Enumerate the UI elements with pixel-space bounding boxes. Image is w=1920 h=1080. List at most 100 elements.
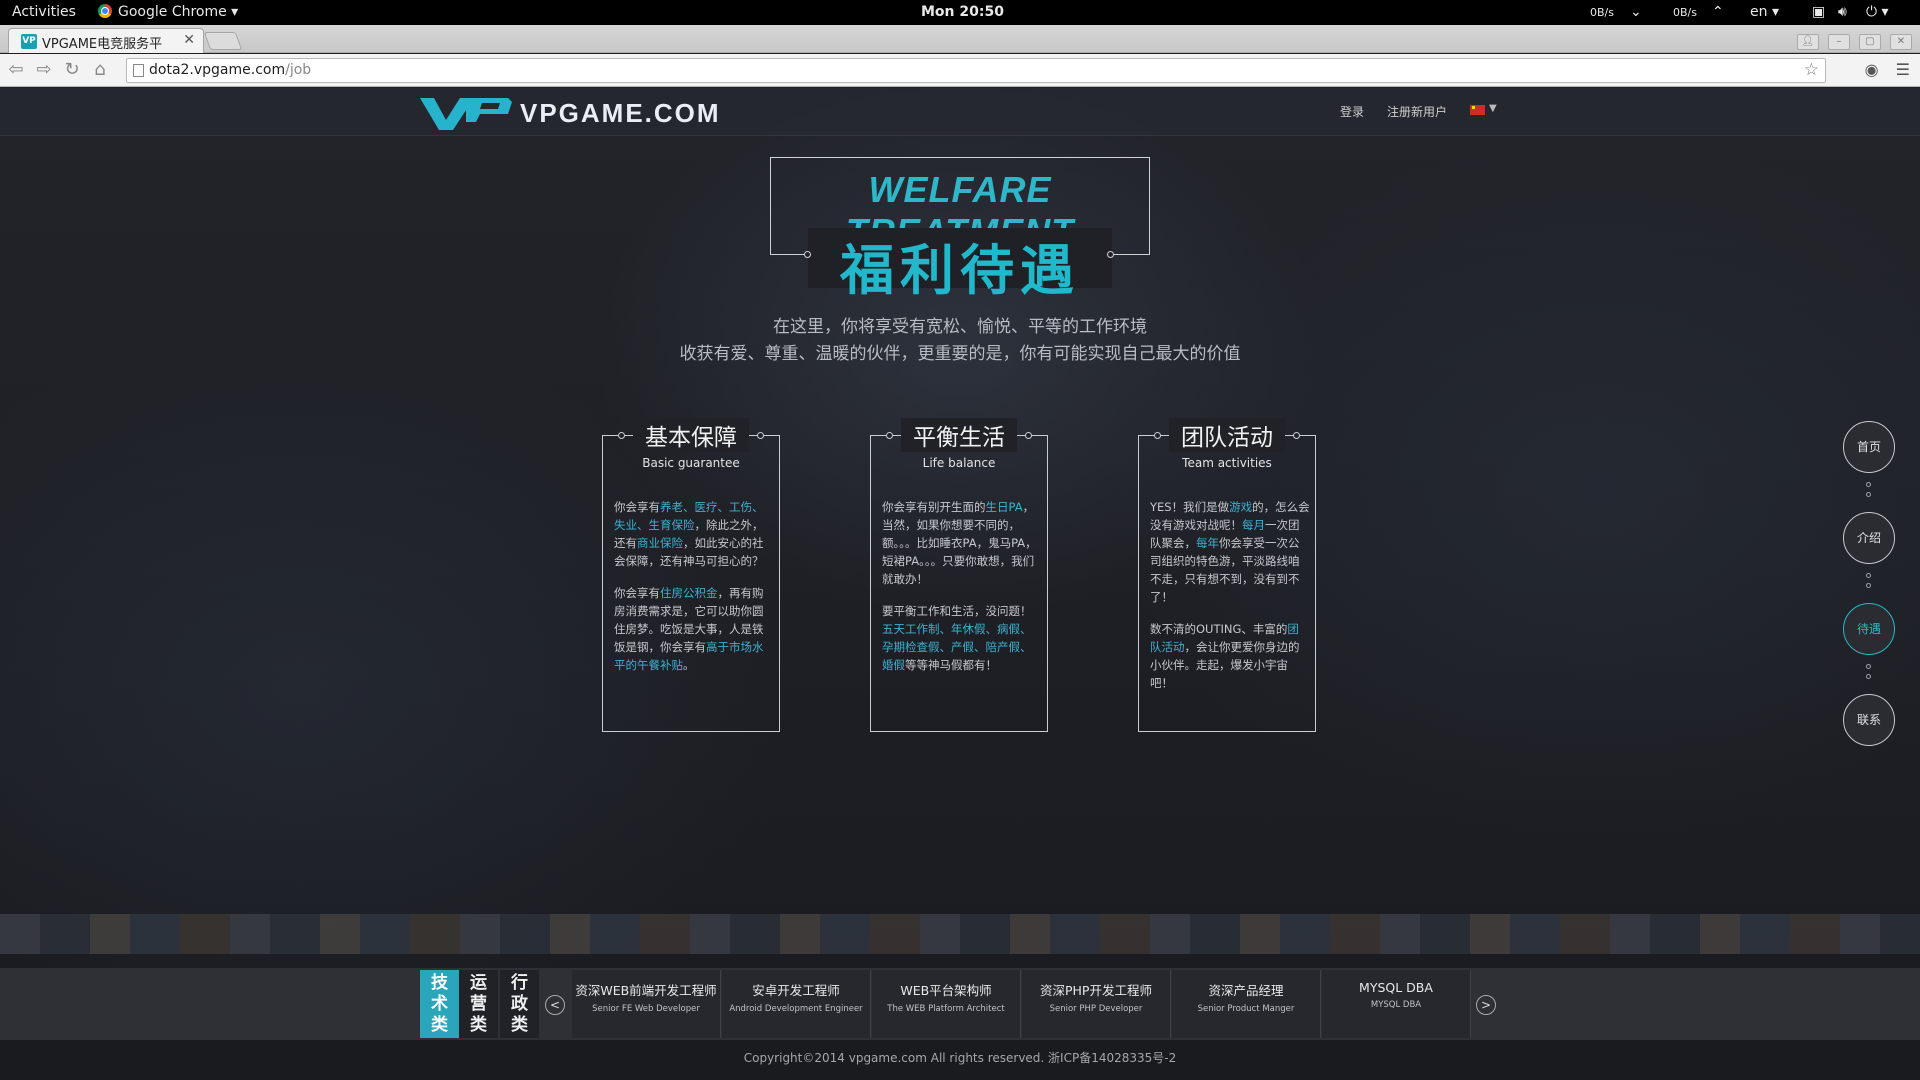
job-title: 安卓开发工程师 [752,983,840,998]
card-heading: 团队活动 Team activities [1138,418,1316,470]
new-tab-button[interactable] [203,32,243,50]
highlight-text: 住房公积金 [660,586,718,600]
card-title: 基本保障 [633,418,749,452]
job-item[interactable]: 资深PHP开发工程师 Senior PHP Developer [1022,970,1171,1038]
text-span: 。 [683,658,695,672]
side-nav-dot [1866,583,1871,588]
card-subtitle: Team activities [1182,456,1272,470]
china-flag-icon[interactable] [1470,105,1485,115]
vp-logo-icon [420,98,512,130]
category-tab-tech[interactable]: 技 术 类 [420,970,459,1038]
side-nav-dot [1866,482,1871,487]
close-tab-icon[interactable]: ✕ [183,32,195,48]
category-char: 政 [511,994,528,1014]
language-indicator[interactable]: en ▾ [1750,4,1779,20]
clock[interactable]: Mon 20:50 [921,4,1004,20]
logo-wordmark: VPGAME.COM [520,98,721,128]
job-title: WEB平台架构师 [900,983,992,998]
side-nav-dot [1866,573,1871,578]
maximize-button[interactable]: ▢ [1858,34,1881,50]
site-header: VPGAME.COM 登录 注册新用户 ▼ [0,88,1920,136]
language-label: en [1750,4,1768,20]
browser-tab[interactable]: VP VPGAME电竞服务平 ✕ [8,28,204,53]
text-span: 你会享有别开生面的 [882,500,986,514]
window-controls: 👤︎ – ▢ ✕ [1793,29,1912,50]
activities-button[interactable]: Activities [12,4,76,20]
card-text: YES！我们是做游戏的，怎么会没有游戏对战呢！每月一次团队聚会，每年你会享受一次… [1150,498,1310,706]
highlight-text: 每月 [1242,518,1265,532]
title-chinese: 福利待遇 [840,239,1080,302]
close-window-button[interactable]: ✕ [1890,34,1912,50]
footer-copyright: Copyright©2014 vpgame.com All rights res… [0,1040,1920,1080]
register-link[interactable]: 注册新用户 [1387,103,1447,120]
language-caret-icon[interactable]: ▼ [1489,103,1497,114]
page-icon [133,64,144,77]
login-link[interactable]: 登录 [1340,103,1364,120]
toolbar-right: ◉ ☰ [1865,60,1910,79]
back-arrow-icon[interactable]: ⇦ [4,59,28,81]
category-char: 类 [511,1015,528,1035]
side-nav-dot [1866,674,1871,679]
job-title-en: Senior FE Web Developer [592,1004,700,1014]
job-item[interactable]: 资深产品经理 Senior Product Manger [1172,970,1321,1038]
card-title: 平衡生活 [901,418,1017,452]
text-span: 数不清的OUTING、丰富的 [1150,622,1288,636]
url-host: dota2.vpgame.com [149,62,286,78]
browser-tab-strip: VP VPGAME电竞服务平 ✕ 👤︎ – ▢ ✕ [0,25,1920,53]
job-title-en: Senior PHP Developer [1049,1004,1143,1014]
job-item[interactable]: 资深WEB前端开发工程师 Senior FE Web Developer [572,970,721,1038]
system-top-bar: Activities Google Chrome ▾ Mon 20:50 0B/… [0,0,1920,25]
volume-icon[interactable]: 🔊︎ [1838,4,1847,20]
side-nav-welfare[interactable]: 待遇 [1843,603,1895,655]
category-char: 术 [431,994,448,1014]
home-icon[interactable]: ⌂ [88,59,112,81]
category-char: 营 [470,994,487,1014]
text-span: 你会享有 [614,586,660,600]
job-next-arrow-icon[interactable]: > [1476,995,1496,1015]
menu-icon[interactable]: ☰ [1896,60,1910,79]
highlight-text: 每年 [1196,536,1219,550]
job-title-en: Android Development Engineer [729,1004,863,1014]
text-span: 你会享有 [614,500,660,514]
extension-icon[interactable]: ◉ [1865,60,1879,79]
side-nav-dot [1866,664,1871,669]
card-paragraph: YES！我们是做游戏的，怎么会没有游戏对战呢！每月一次团队聚会，每年你会享受一次… [1150,498,1310,606]
url-text: dota2.vpgame.com/job [149,59,311,82]
highlight-text: 商业保险 [637,536,683,550]
card-subtitle: Basic guarantee [642,456,740,470]
highlight-text: 游戏 [1229,500,1253,514]
power-icon[interactable]: ⏻ ▾ [1866,4,1889,20]
job-item[interactable]: 安卓开发工程师 Android Development Engineer [722,970,871,1038]
url-path: /job [285,62,312,78]
tab-title: VPGAME电竞服务平 [42,37,163,52]
category-char: 运 [470,973,487,993]
forward-arrow-icon[interactable]: ⇨ [32,59,56,81]
job-item[interactable]: MYSQL DBA MYSQL DBA [1322,970,1471,1038]
browser-toolbar: ⇦ ⇨ ↻ ⌂ dota2.vpgame.com/job ☆ ◉ ☰ [0,54,1920,87]
job-prev-arrow-icon[interactable]: < [545,995,565,1015]
side-nav-home[interactable]: 首页 [1843,421,1895,473]
address-bar[interactable]: dota2.vpgame.com/job ☆ [126,58,1826,83]
bookmark-star-icon[interactable]: ☆ [1804,59,1819,82]
category-tab-operations[interactable]: 运 营 类 [459,970,498,1038]
minimize-button[interactable]: – [1827,34,1850,50]
side-nav-contact[interactable]: 联系 [1843,694,1895,746]
page-viewport: VPGAME.COM 登录 注册新用户 ▼ WELFARE TREATMENT … [0,88,1920,1080]
job-item[interactable]: WEB平台架构师 The WEB Platform Architect [872,970,1021,1038]
app-menu[interactable]: Google Chrome ▾ [98,4,238,20]
card-paragraph: 数不清的OUTING、丰富的团队活动，会让你更爱你身边的小伙伴。走起，爆发小宇宙… [1150,620,1310,692]
text-span: 等等神马假都有！ [905,658,997,672]
job-title-en: The WEB Platform Architect [887,1004,1005,1014]
side-nav-intro[interactable]: 介绍 [1843,512,1895,564]
window-icon[interactable]: ▣ [1812,4,1825,20]
job-title: 资深WEB前端开发工程师 [575,983,717,998]
job-title: 资深产品经理 [1208,983,1284,998]
card-paragraph: 你会享有住房公积金，再有购房消费需求是，它可以助你圆住房梦。吃饭是大事，人是铁饭… [614,584,774,674]
chevron-up-icon: ⌃ [1712,4,1724,20]
card-paragraph: 你会享有别开生面的生日PA，当然，如果你想要不同的，额。。。比如睡衣PA，鬼马P… [882,498,1042,588]
text-span: YES！我们是做 [1150,500,1230,514]
profile-icon[interactable]: 👤︎ [1796,34,1819,50]
category-tab-admin[interactable]: 行 政 类 [500,970,539,1038]
category-char: 技 [431,973,448,993]
reload-icon[interactable]: ↻ [60,59,84,81]
